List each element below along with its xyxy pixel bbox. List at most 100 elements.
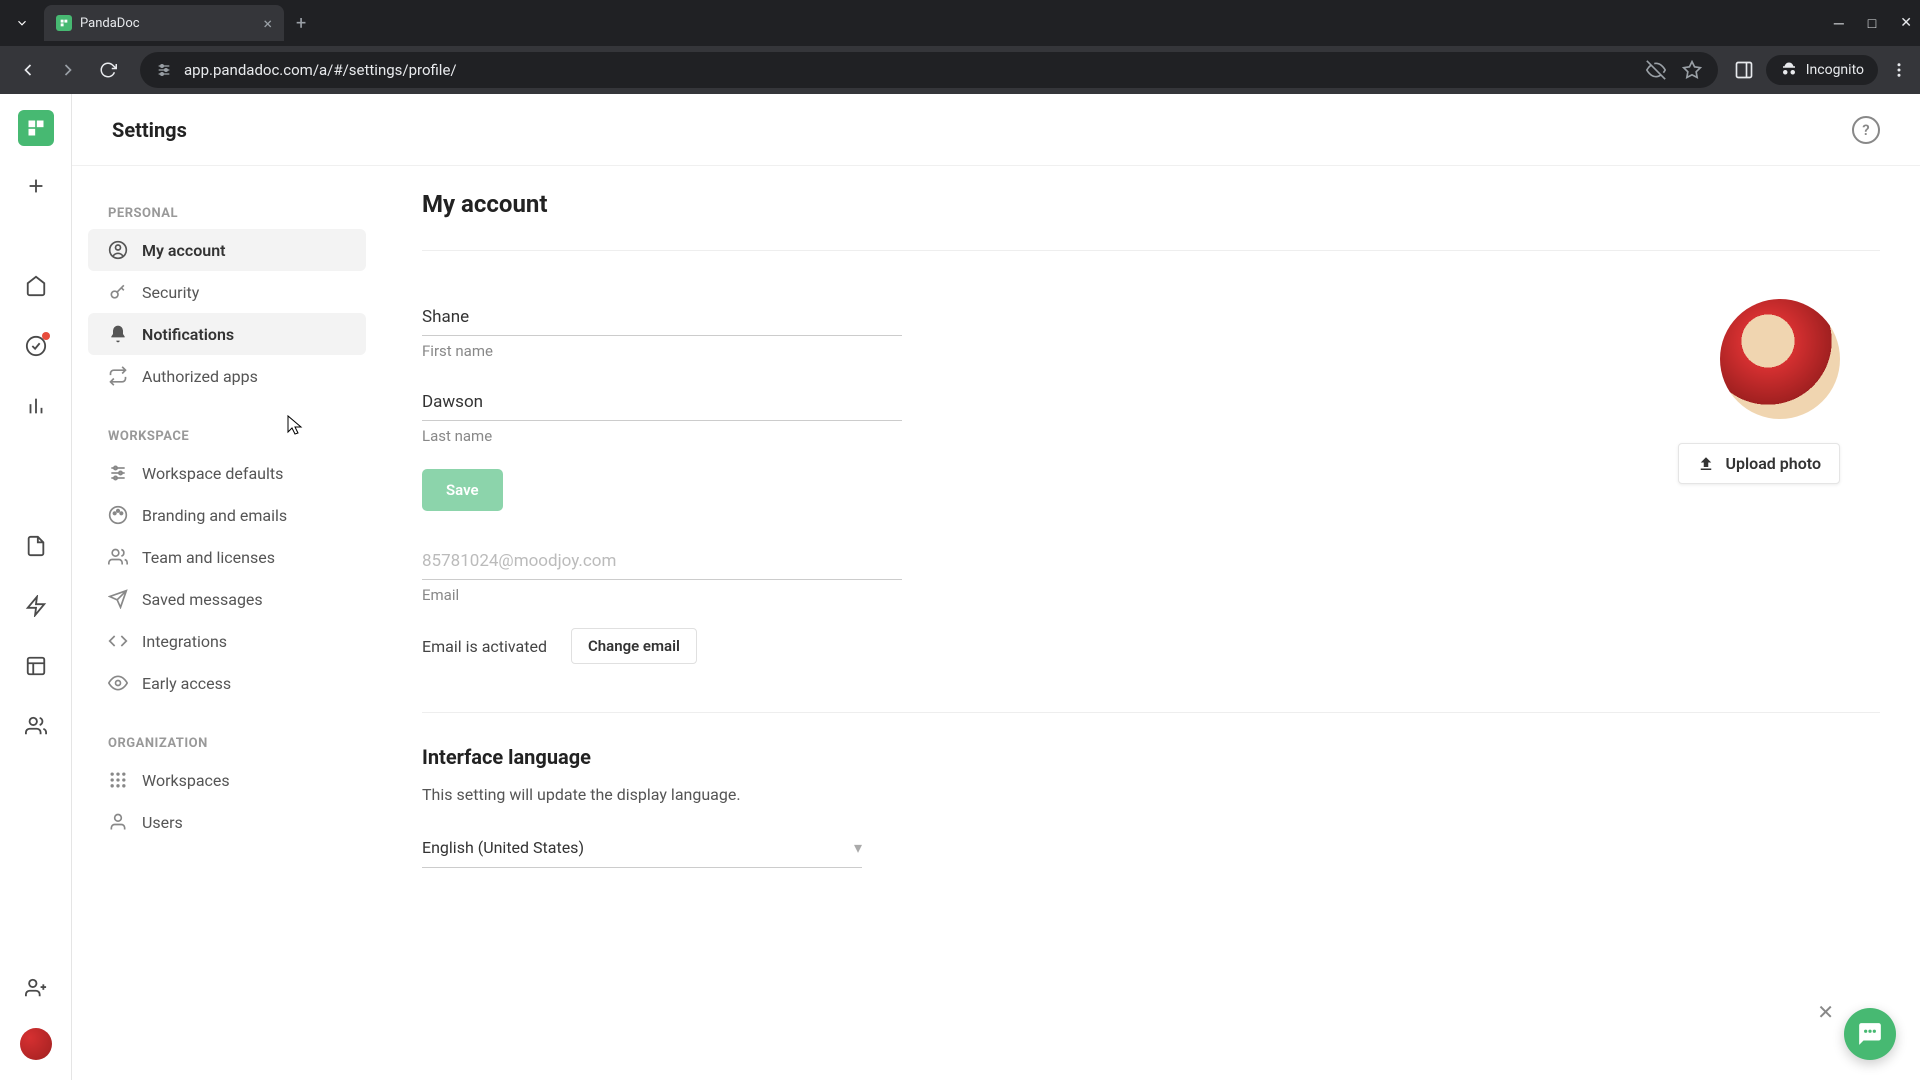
email-status: Email is activated — [422, 637, 547, 656]
rail-contacts-icon[interactable] — [16, 706, 56, 746]
sidebar-item-workspaces[interactable]: Workspaces — [88, 759, 366, 801]
bookmark-star-icon[interactable] — [1682, 60, 1702, 80]
email-label: Email — [422, 586, 902, 604]
sidebar-item-team[interactable]: Team and licenses — [88, 536, 366, 578]
page-title: Settings — [112, 118, 187, 142]
tab-title: PandaDoc — [80, 16, 255, 31]
palette-icon — [108, 505, 128, 525]
minimize-button[interactable]: ─ — [1834, 15, 1844, 32]
sidebar-item-label: Branding and emails — [142, 506, 287, 525]
send-icon — [108, 589, 128, 609]
sidebar-item-label: Authorized apps — [142, 367, 258, 386]
chat-close-button[interactable]: ✕ — [1817, 1000, 1834, 1024]
chat-widget-button[interactable] — [1844, 1008, 1896, 1060]
sidebar-item-users[interactable]: Users — [88, 801, 366, 843]
notification-dot — [42, 332, 50, 340]
sidebar-item-workspace-defaults[interactable]: Workspace defaults — [88, 452, 366, 494]
rail-templates-icon[interactable] — [16, 586, 56, 626]
email-input — [422, 543, 902, 580]
browser-tab-strip: PandaDoc × + ─ □ ✕ — [0, 0, 1920, 46]
rail-catalog-icon[interactable] — [16, 646, 56, 686]
first-name-input[interactable] — [422, 299, 902, 336]
language-select[interactable]: English (United States) ▾ — [422, 828, 862, 868]
sidebar-item-notifications[interactable]: Notifications — [88, 313, 366, 355]
site-settings-icon[interactable] — [156, 62, 172, 78]
sidebar-item-label: Team and licenses — [142, 548, 275, 567]
maximize-button[interactable]: □ — [1868, 15, 1876, 32]
sidepanel-icon[interactable] — [1734, 60, 1754, 80]
url-bar[interactable]: app.pandadoc.com/a/#/settings/profile/ — [140, 52, 1718, 88]
last-name-input[interactable] — [422, 384, 902, 421]
tab-favicon — [56, 15, 72, 31]
new-tab-button[interactable]: + — [296, 13, 306, 34]
panel-title: My account — [422, 190, 1880, 218]
first-name-label: First name — [422, 342, 902, 360]
browser-toolbar: app.pandadoc.com/a/#/settings/profile/ I… — [0, 46, 1920, 94]
url-text: app.pandadoc.com/a/#/settings/profile/ — [184, 61, 457, 79]
save-button[interactable]: Save — [422, 469, 503, 511]
section-label-workspace: WORKSPACE — [88, 421, 366, 452]
sidebar-item-label: Security — [142, 283, 199, 302]
tab-close-icon[interactable]: × — [263, 14, 272, 33]
eye-off-icon[interactable] — [1646, 60, 1666, 80]
forward-button[interactable] — [52, 54, 84, 86]
sidebar-item-branding[interactable]: Branding and emails — [88, 494, 366, 536]
page-header: Settings ? — [72, 94, 1920, 166]
window-controls: ─ □ ✕ — [1834, 15, 1912, 32]
sidebar-item-security[interactable]: Security — [88, 271, 366, 313]
divider — [422, 712, 1880, 713]
left-rail — [0, 94, 72, 1080]
rail-new-button[interactable] — [16, 166, 56, 206]
bell-icon — [108, 324, 128, 344]
close-window-button[interactable]: ✕ — [1900, 15, 1912, 32]
sidebar-item-integrations[interactable]: Integrations — [88, 620, 366, 662]
sidebar-item-label: My account — [142, 241, 226, 260]
rail-add-user-icon[interactable] — [16, 968, 56, 1008]
incognito-badge[interactable]: Incognito — [1766, 55, 1878, 85]
chevron-down-icon: ▾ — [854, 838, 862, 857]
upload-photo-button[interactable]: Upload photo — [1678, 443, 1840, 484]
settings-sidebar: PERSONAL My account Security Notificatio… — [72, 166, 382, 1080]
sidebar-item-label: Notifications — [142, 325, 234, 344]
swap-icon — [108, 366, 128, 386]
user-icon — [108, 812, 128, 832]
sidebar-item-label: Saved messages — [142, 590, 263, 609]
rail-reports-icon[interactable] — [16, 386, 56, 426]
incognito-icon — [1780, 61, 1798, 79]
language-heading: Interface language — [422, 745, 1880, 769]
sidebar-item-authorized-apps[interactable]: Authorized apps — [88, 355, 366, 397]
eye-icon — [108, 673, 128, 693]
chat-icon — [1857, 1021, 1883, 1047]
code-icon — [108, 631, 128, 651]
browser-tab[interactable]: PandaDoc × — [44, 5, 284, 41]
sidebar-item-saved-messages[interactable]: Saved messages — [88, 578, 366, 620]
users-icon — [108, 547, 128, 567]
kebab-menu-icon[interactable] — [1890, 61, 1908, 79]
section-label-organization: ORGANIZATION — [88, 728, 366, 759]
sidebar-item-early-access[interactable]: Early access — [88, 662, 366, 704]
rail-home-icon[interactable] — [16, 266, 56, 306]
sidebar-item-label: Workspaces — [142, 771, 230, 790]
key-icon — [108, 282, 128, 302]
last-name-label: Last name — [422, 427, 902, 445]
profile-avatar — [1720, 299, 1840, 419]
grid-icon — [108, 770, 128, 790]
divider — [422, 250, 1880, 251]
content-panel: My account First name Last name Save — [382, 166, 1920, 1080]
reload-button[interactable] — [92, 54, 124, 86]
tab-search-dropdown[interactable] — [8, 9, 36, 37]
rail-activity-icon[interactable] — [16, 326, 56, 366]
sidebar-item-label: Workspace defaults — [142, 464, 283, 483]
sidebar-item-label: Integrations — [142, 632, 227, 651]
help-button[interactable]: ? — [1852, 116, 1880, 144]
rail-user-avatar[interactable] — [20, 1028, 52, 1060]
app-logo[interactable] — [18, 110, 54, 146]
change-email-button[interactable]: Change email — [571, 628, 697, 664]
upload-icon — [1697, 455, 1715, 473]
language-description: This setting will update the display lan… — [422, 785, 1880, 804]
rail-documents-icon[interactable] — [16, 526, 56, 566]
user-circle-icon — [108, 240, 128, 260]
section-label-personal: PERSONAL — [88, 198, 366, 229]
sidebar-item-my-account[interactable]: My account — [88, 229, 366, 271]
back-button[interactable] — [12, 54, 44, 86]
